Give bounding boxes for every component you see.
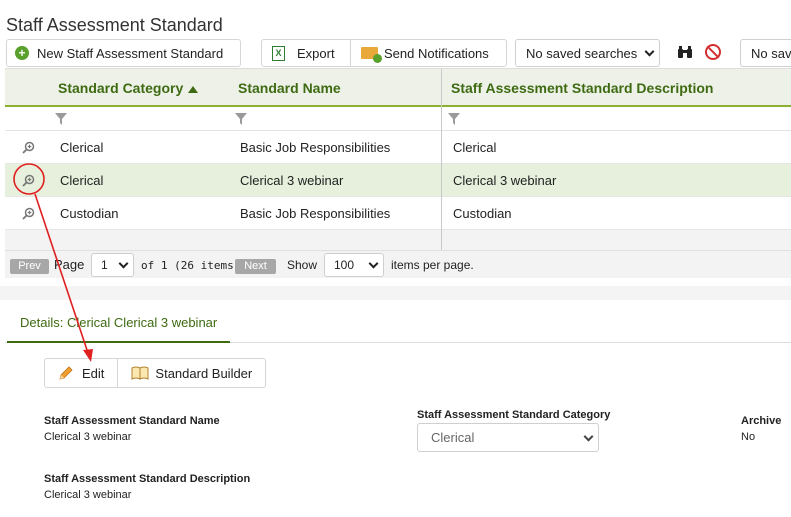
view-details-icon[interactable] (22, 141, 35, 154)
standard-category-value: Clerical (431, 430, 475, 445)
export-label: Export (297, 45, 335, 61)
table-row-selected[interactable]: Clerical Clerical 3 webinar Clerical 3 w… (5, 164, 791, 197)
export-notify-group: X Export Send Notifications (261, 39, 507, 67)
archive-label: Archive (741, 415, 782, 427)
excel-icon: X (272, 45, 285, 61)
standard-description-value: Clerical 3 webinar (44, 489, 132, 501)
column-header-category[interactable]: Standard Category (58, 69, 199, 107)
next-page-button[interactable]: Next (235, 259, 276, 274)
details-tabstrip: Details: Clerical Clerical 3 webinar (5, 305, 791, 343)
binoculars-icon[interactable] (677, 45, 693, 59)
per-page-value: 100 (334, 258, 355, 272)
chevron-down-icon (368, 258, 379, 269)
standard-category-label: Staff Assessment Standard Category (417, 409, 611, 421)
filter-icon[interactable] (448, 113, 460, 125)
table-row[interactable]: Custodian Basic Job Responsibilities Cus… (5, 197, 791, 230)
chevron-down-icon (583, 431, 594, 442)
filter-row (5, 107, 791, 131)
cell-name: Basic Job Responsibilities (240, 140, 391, 155)
envelope-icon (361, 47, 382, 63)
clear-search-icon[interactable] (705, 44, 721, 60)
cell-description: Custodian (453, 206, 512, 221)
items-per-page-text: items per page. (391, 258, 474, 272)
details-actions: Edit Standard Builder (44, 358, 267, 388)
filter-icon[interactable] (55, 113, 67, 125)
chevron-down-icon (644, 46, 655, 57)
column-divider[interactable] (441, 69, 442, 251)
send-notifications-button[interactable]: Send Notifications (350, 40, 499, 66)
page-select-value: 1 (101, 258, 108, 272)
pencil-icon (59, 366, 73, 380)
column-header-category-label: Standard Category (58, 80, 184, 96)
grid-header: Standard Category Standard Name Staff As… (5, 69, 791, 107)
page-count-text: of 1 (26 items) (141, 259, 241, 272)
grid-filler (5, 230, 791, 251)
sort-ascending-icon (188, 85, 199, 93)
pager: Prev Page 1 of 1 (26 items) Next Show 10… (5, 250, 791, 278)
standard-name-label: Staff Assessment Standard Name (44, 415, 220, 427)
table-row[interactable]: Clerical Basic Job Responsibilities Cler… (5, 131, 791, 164)
prev-page-button[interactable]: Prev (10, 259, 49, 274)
cell-description: Clerical 3 webinar (453, 173, 557, 188)
show-label: Show (287, 258, 318, 272)
column-header-description[interactable]: Staff Assessment Standard Description (451, 69, 713, 107)
toolbar: + New Staff Assessment Standard X Export… (0, 38, 791, 68)
cell-category: Custodian (60, 206, 119, 221)
standard-builder-label: Standard Builder (155, 365, 253, 381)
cell-category: Clerical (60, 173, 104, 188)
section-divider (0, 286, 791, 300)
saved-searches-select[interactable]: No saved searches (515, 39, 660, 67)
view-details-icon[interactable] (22, 207, 35, 220)
chevron-down-icon (118, 258, 129, 269)
book-icon (131, 366, 149, 380)
page-title: Staff Assessment Standard (6, 15, 223, 35)
cell-description: Clerical (453, 140, 497, 155)
new-standard-button[interactable]: + New Staff Assessment Standard (6, 39, 241, 67)
view-details-icon[interactable] (22, 174, 35, 187)
page-label: Page (54, 257, 85, 272)
standard-description-label: Staff Assessment Standard Description (44, 473, 251, 485)
per-page-select[interactable]: 100 (324, 253, 384, 277)
new-standard-label: New Staff Assessment Standard (37, 45, 224, 61)
column-header-name[interactable]: Standard Name (238, 69, 341, 107)
tab-details[interactable]: Details: Clerical Clerical 3 webinar (7, 305, 231, 343)
standard-name-value: Clerical 3 webinar (44, 431, 132, 443)
export-button[interactable]: X Export (262, 40, 350, 66)
add-icon: + (15, 46, 29, 60)
edit-button[interactable]: Edit (45, 359, 117, 387)
saved-searches-select-2[interactable]: No sav (740, 39, 791, 67)
cell-name: Basic Job Responsibilities (240, 206, 391, 221)
standards-grid: Standard Category Standard Name Staff As… (5, 68, 791, 251)
cell-name: Clerical 3 webinar (240, 173, 344, 188)
cell-category: Clerical (60, 140, 104, 155)
filter-icon[interactable] (235, 113, 247, 125)
saved-searches-value: No saved searches (526, 45, 638, 61)
send-notifications-label: Send Notifications (384, 45, 489, 61)
page-select[interactable]: 1 (91, 253, 134, 277)
standard-builder-button[interactable]: Standard Builder (117, 359, 265, 387)
edit-label: Edit (82, 365, 105, 381)
standard-category-select[interactable]: Clerical (417, 423, 599, 452)
archive-value: No (741, 431, 756, 443)
saved-searches-value-2: No sav (751, 45, 791, 61)
